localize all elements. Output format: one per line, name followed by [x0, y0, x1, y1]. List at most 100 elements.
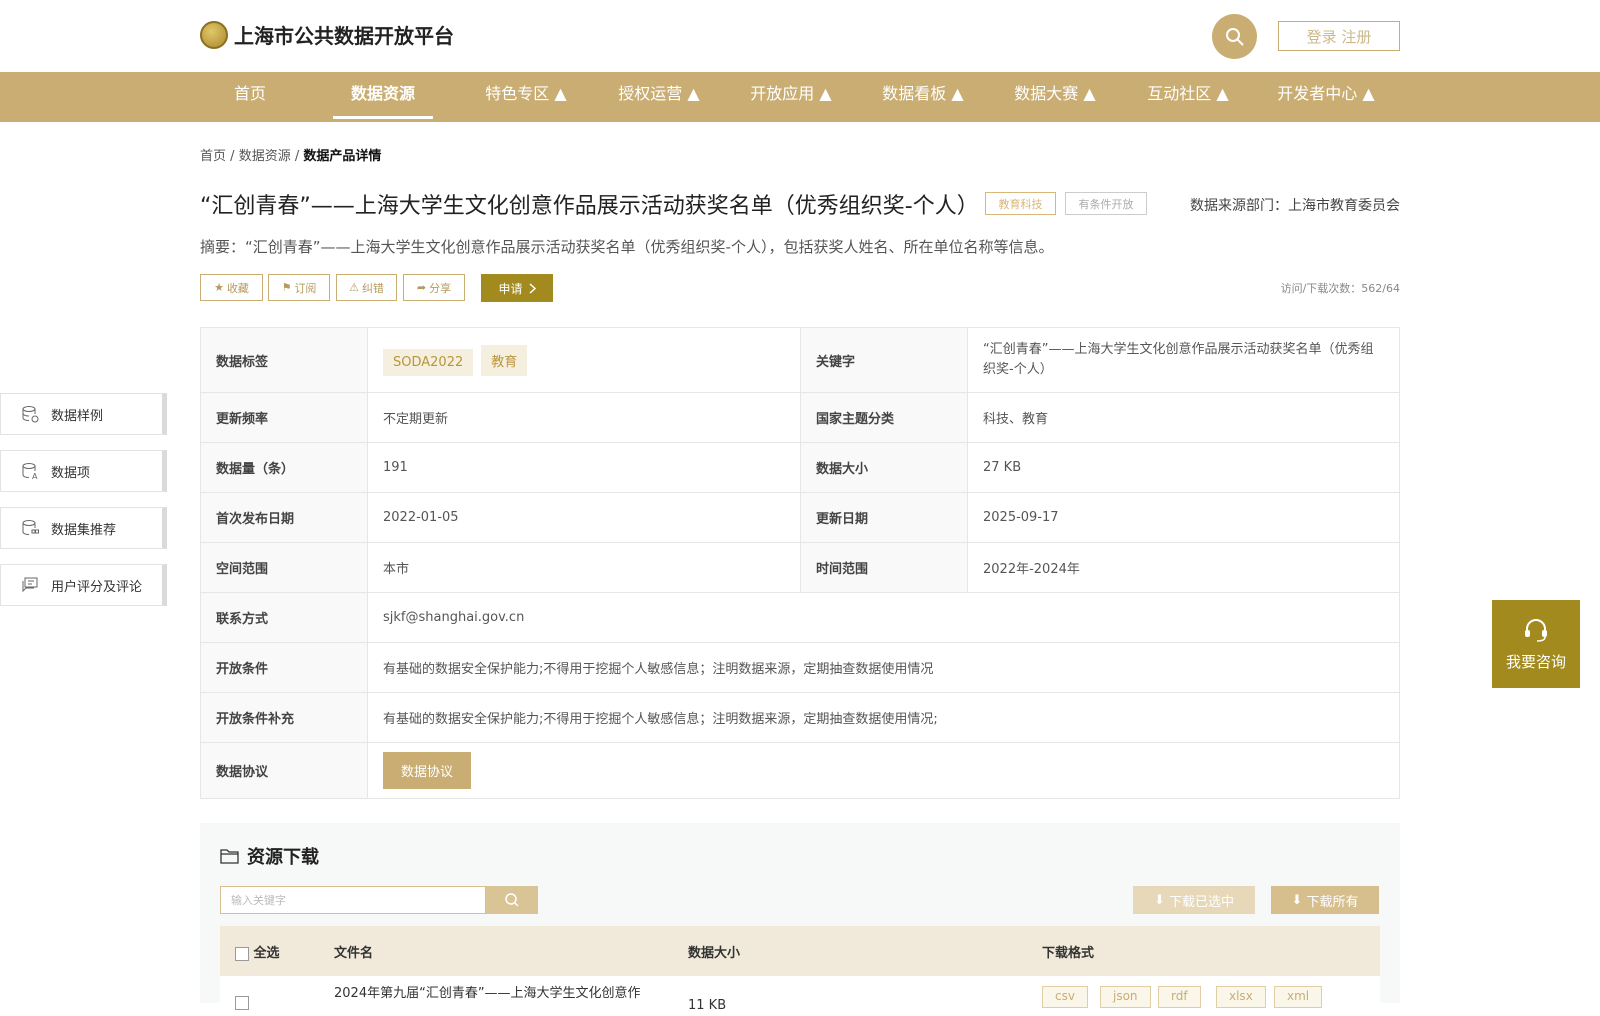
nav-community[interactable]: 互动社区 ▲ [1128, 72, 1248, 122]
download-all-button[interactable]: ⬇ 下载所有 [1271, 886, 1379, 914]
row-checkbox[interactable] [235, 996, 249, 1010]
contact-label: 联系方式 [200, 592, 368, 643]
consult-label: 我要咨询 [1505, 652, 1566, 671]
theme-label: 国家主题分类 [800, 392, 968, 443]
table-row: 更新频率 不定期更新 国家主题分类 科技、教育 [200, 392, 1400, 443]
correct-button[interactable]: ⚠ 纠错 [336, 274, 397, 301]
nav-data-resources[interactable]: 数据资源 [333, 72, 433, 119]
spatial-range-label: 空间范围 [200, 542, 368, 593]
consult-button[interactable]: 我要咨询 [1492, 600, 1580, 688]
subscribe-button[interactable]: ⚑ 订阅 [268, 274, 330, 301]
file-table-header: 全选 文件名 数据大小 下载格式 [220, 926, 1380, 976]
breadcrumb-current: 数据产品详情 [303, 149, 382, 164]
data-tag-chip[interactable]: 教育 [481, 344, 528, 376]
source-department: 数据来源部门：上海市教育委员会 [1190, 198, 1400, 214]
favorite-button[interactable]: ★ 收藏 [200, 274, 263, 301]
site-logo[interactable]: 上海市公共数据开放平台 [200, 20, 454, 49]
table-row: 开放条件补充 有基础的数据安全保护能力;不得用于挖掘个人敏感信息；注明数据来源，… [200, 692, 1400, 743]
record-count-label: 数据量（条） [200, 442, 368, 493]
nav-developer[interactable]: 开发者中心 ▲ [1256, 72, 1396, 122]
sidebar-item-label: 数据样例 [51, 408, 104, 424]
open-condition-extra-value: 有基础的数据安全保护能力;不得用于挖掘个人敏感信息；注明数据来源，定期抽查数据使… [367, 692, 1400, 743]
select-all-checkbox[interactable] [235, 946, 249, 961]
apply-button[interactable]: 申请 [481, 274, 553, 302]
data-protocol-button[interactable]: 数据协议 [383, 752, 472, 789]
nav-open-apps[interactable]: 开放应用 ▲ [731, 72, 851, 122]
download-selected-button[interactable]: ⬇ 下载已选中 [1133, 886, 1255, 914]
table-row: 开放条件 有基础的数据安全保护能力;不得用于挖掘个人敏感信息；注明数据来源，定期… [200, 642, 1400, 693]
main-nav: 首页 数据资源 特色专区 ▲ 授权运营 ▲ 开放应用 ▲ 数据看板 ▲ 数据大赛… [0, 72, 1600, 122]
keyword-search-button[interactable] [486, 886, 538, 914]
download-icon: ⬇ [1291, 892, 1303, 908]
data-tag-chip[interactable]: SODA2022 [383, 348, 474, 376]
open-type-tag: 有条件开放 [1065, 192, 1147, 215]
open-condition-label: 开放条件 [200, 642, 368, 693]
table-row: 首次发布日期 2022-01-05 更新日期 2025-09-17 [200, 492, 1400, 543]
share-icon: ➦ [416, 281, 427, 294]
login-register-button[interactable]: 登录 注册 [1278, 21, 1400, 51]
comment-icon [22, 577, 38, 593]
open-condition-extra-label: 开放条件补充 [200, 692, 368, 743]
share-label: 分享 [429, 281, 452, 295]
breadcrumb-resources[interactable]: 数据资源 [239, 149, 291, 164]
open-condition-value: 有基础的数据安全保护能力;不得用于挖掘个人敏感信息；注明数据来源，定期抽查数据使… [367, 642, 1400, 693]
keyword-label: 关键字 [800, 327, 968, 393]
top-header: 上海市公共数据开放平台 登录 注册 [0, 0, 1600, 72]
nav-authorized-ops[interactable]: 授权运营 ▲ [599, 72, 719, 122]
folder-icon [220, 849, 239, 864]
breadcrumb-separator: / [230, 149, 235, 164]
select-all-label: 全选 [253, 946, 280, 961]
chevron-right-icon [528, 282, 536, 294]
protocol-label: 数据协议 [200, 742, 368, 799]
share-button[interactable]: ➦ 分享 [403, 274, 465, 301]
format-json-button[interactable]: json [1100, 986, 1151, 1008]
sidebar-item-data-sample[interactable]: 数据样例 [0, 393, 167, 435]
nav-competition[interactable]: 数据大赛 ▲ [995, 72, 1115, 122]
record-count-value: 191 [367, 442, 801, 493]
col-size: 数据大小 [688, 946, 741, 961]
search-button[interactable] [1212, 14, 1257, 59]
table-row: 数据协议 数据协议 [200, 742, 1400, 799]
download-all-label: 下载所有 [1306, 894, 1359, 910]
format-xml-button[interactable]: xml [1274, 986, 1323, 1008]
resource-title: 资源下载 [247, 847, 319, 868]
select-all[interactable]: 全选 [235, 942, 280, 961]
warning-icon: ⚠ [349, 281, 359, 294]
search-icon [505, 893, 519, 907]
theme-value: 科技、教育 [967, 392, 1400, 443]
first-publish-label: 首次发布日期 [200, 492, 368, 543]
time-range-label: 时间范围 [800, 542, 968, 593]
contact-value: sjkf@shanghai.gov.cn [367, 592, 1400, 643]
format-xlsx-button[interactable]: xlsx [1216, 986, 1266, 1008]
sidebar-item-data-fields[interactable]: A 数据项 [0, 450, 167, 492]
file-row: 2024年第九届“汇创青春”——上海大学生文化创意作 11 KB csv jso… [220, 976, 1380, 1016]
resource-download-panel: 资源下载 输入关键字 ⬇ 下载已选中 ⬇ 下载所有 全选 文件名 数据大小 下载格式… [200, 823, 1400, 1016]
sidebar-item-recommend[interactable]: 数据集推荐 [0, 507, 167, 549]
sidebar-item-ratings[interactable]: 用户评分及评论 [0, 564, 167, 606]
favorite-label: 收藏 [226, 281, 249, 295]
logo-emblem-icon [200, 20, 228, 49]
subscribe-label: 订阅 [294, 281, 317, 295]
update-date-label: 更新日期 [800, 492, 968, 543]
nav-dashboard[interactable]: 数据看板 ▲ [863, 72, 983, 122]
table-row: 数据量（条） 191 数据大小 27 KB [200, 442, 1400, 493]
col-format: 下载格式 [1042, 946, 1095, 961]
nav-special-zone[interactable]: 特色专区 ▲ [466, 72, 586, 122]
search-icon [1225, 27, 1244, 46]
dataset-info-table: 数据标签 SODA2022 教育 关键字 “汇创青春”——上海大学生文化创意作品展… [200, 327, 1400, 799]
keyword-search-input[interactable]: 输入关键字 [220, 886, 486, 914]
keyword-value: “汇创青春”——上海大学生文化创意作品展示活动获奖名单（优秀组织奖-个人） [967, 327, 1400, 393]
download-icon: ⬇ [1154, 892, 1165, 908]
breadcrumb-home[interactable]: 首页 [200, 149, 226, 164]
breadcrumb-separator: / [294, 149, 300, 164]
file-name[interactable]: 2024年第九届“汇创青春”——上海大学生文化创意作 [334, 982, 641, 1001]
sidebar-item-label: 数据项 [51, 465, 91, 481]
first-publish-value: 2022-01-05 [367, 492, 801, 543]
tags-cell: SODA2022 教育 [367, 327, 801, 393]
breadcrumb: 首页 / 数据资源 / 数据产品详情 [200, 145, 381, 164]
data-size-label: 数据大小 [800, 442, 968, 493]
nav-home[interactable]: 首页 [210, 72, 290, 122]
sidebar-item-label: 数据集推荐 [51, 522, 117, 538]
format-rdf-button[interactable]: rdf [1158, 986, 1201, 1008]
format-csv-button[interactable]: csv [1042, 986, 1088, 1008]
